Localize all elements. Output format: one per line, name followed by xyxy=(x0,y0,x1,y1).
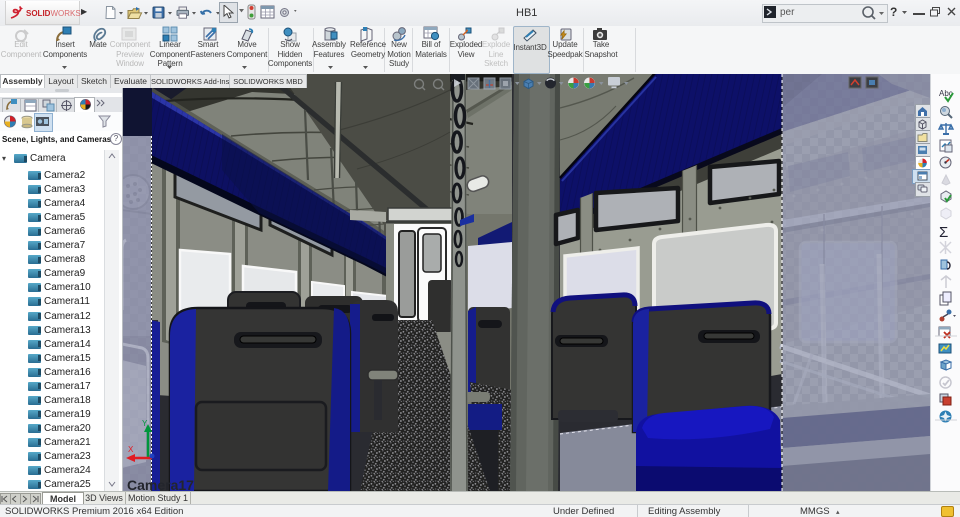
svg-text:Y: Y xyxy=(142,419,148,428)
svg-text:X: X xyxy=(128,445,134,454)
svg-text:Σ: Σ xyxy=(939,224,948,241)
svg-text:Camera17: Camera17 xyxy=(127,477,194,491)
